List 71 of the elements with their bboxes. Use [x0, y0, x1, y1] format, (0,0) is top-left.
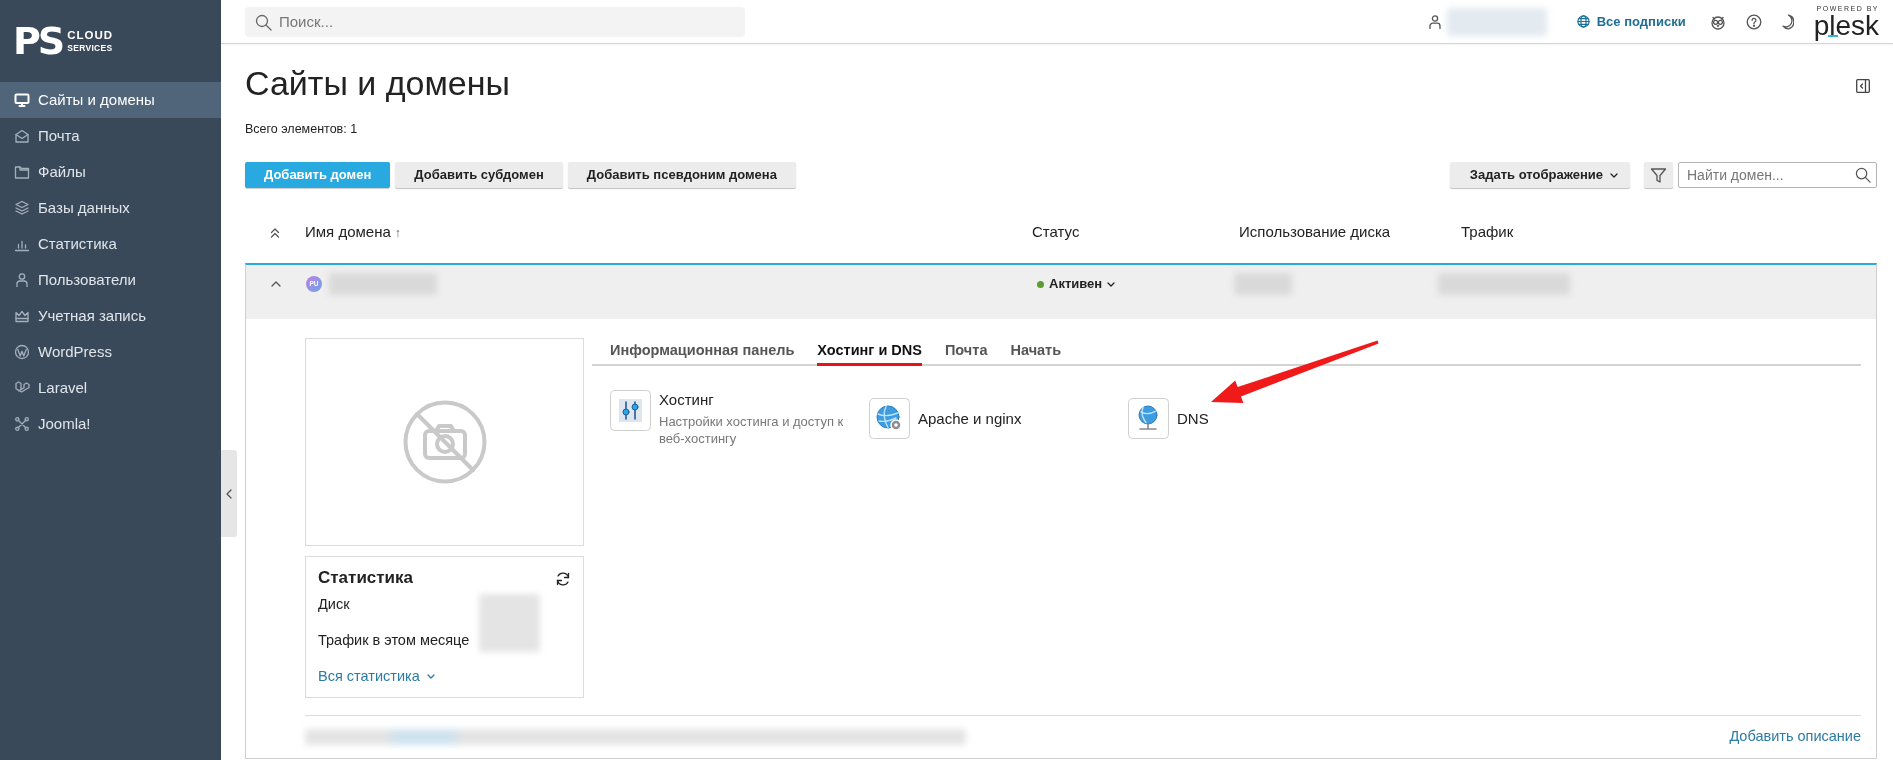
chevron-left-icon [226, 488, 232, 499]
envelope-icon [14, 128, 30, 144]
camera-off-icon [402, 400, 487, 484]
folder-icon [14, 164, 30, 180]
wordpress-logo-icon [14, 344, 30, 360]
search-icon [255, 13, 272, 31]
tool-link[interactable]: DNS [1177, 408, 1209, 429]
sidebar-item[interactable]: Файлы [0, 154, 221, 190]
column-header[interactable]: Имя домена [305, 221, 391, 244]
globe-icon [1576, 15, 1590, 28]
search-icon[interactable] [1855, 167, 1871, 183]
double-chevron-up-icon[interactable] [270, 226, 280, 239]
joomla-logo-icon [14, 416, 30, 432]
logo-mark: PS [13, 22, 63, 60]
panel-toggle-icon[interactable] [1856, 79, 1870, 93]
domain-search-field[interactable]: Найти домен... [1678, 162, 1877, 188]
sidebar-item[interactable]: Сайты и домены [0, 82, 221, 118]
sliders-tile-icon[interactable] [610, 390, 651, 431]
column-header[interactable]: Статус [1032, 221, 1080, 244]
laravel-logo-icon [14, 380, 30, 396]
sidebar-item[interactable]: Базы данных [0, 190, 221, 226]
all-statistics-link[interactable]: Вся статистика [318, 666, 435, 686]
total-count: Всего элементов: 1 [245, 121, 359, 137]
page-title: Сайты и домены [245, 63, 510, 103]
column-header[interactable]: Использование диска [1239, 221, 1391, 244]
moon-icon[interactable] [1781, 13, 1794, 30]
tool-description: Настройки хостинга и доступ к веб-хостингу [659, 413, 845, 447]
refresh-icon[interactable] [555, 571, 571, 587]
layers-icon [14, 200, 30, 216]
caret-icon [1107, 281, 1116, 287]
funnel-icon [1650, 166, 1667, 184]
tab[interactable]: Начать [1010, 338, 1062, 366]
stat-label: Диск [318, 595, 351, 614]
caret-icon [426, 673, 435, 679]
globe-network-tile-icon[interactable] [1128, 398, 1169, 439]
stat-label: Трафик в этом месяце [318, 631, 471, 650]
column-header[interactable]: Трафик [1461, 221, 1514, 244]
sort-indicator: ↑ [394, 224, 401, 242]
sidebar-item[interactable]: Учетная запись [0, 298, 221, 334]
tool-link[interactable]: Apache и nginx [918, 408, 1022, 429]
globe-gear-tile-icon[interactable] [869, 398, 910, 439]
view-dropdown-button[interactable]: Задать отображение [1449, 162, 1630, 188]
tab[interactable]: Почта [944, 338, 988, 366]
sidebar-item[interactable]: Пользователи [0, 262, 221, 298]
crown-icon [14, 308, 30, 324]
status-dropdown[interactable]: Активен [1033, 274, 1116, 294]
user-icon [14, 272, 30, 288]
monitor-icon [14, 92, 30, 108]
owl-icon[interactable] [1709, 13, 1726, 30]
filter-button[interactable] [1644, 162, 1673, 188]
card-title: Статистика [318, 567, 414, 589]
sidebar-item[interactable]: WordPress [0, 334, 221, 370]
caret-icon [1610, 172, 1618, 178]
search-field[interactable]: Поиск... [245, 6, 745, 37]
chevron-up-icon[interactable] [271, 281, 281, 287]
add-button[interactable]: Добавить псевдоним домена [567, 162, 796, 188]
tool-link[interactable]: Хостинг [659, 390, 859, 410]
logo-text: SERVICES [67, 43, 114, 52]
blurred-text [479, 594, 540, 652]
tab[interactable]: Хостинг и DNS [817, 338, 922, 366]
help-icon[interactable] [1745, 13, 1762, 30]
tab[interactable]: Информационная панель [610, 338, 795, 366]
user-icon[interactable] [1428, 14, 1441, 29]
subscriptions-link[interactable]: Все подписки [1576, 11, 1686, 32]
logo-text: CLOUD [67, 30, 114, 42]
add-button[interactable]: Добавить субдомен [395, 162, 563, 188]
add-description-link[interactable]: Добавить описание [1729, 726, 1861, 748]
sidebar-item[interactable]: Почта [0, 118, 221, 154]
sidebar-item[interactable]: Статистика [0, 226, 221, 262]
sidebar-item[interactable]: Joomla! [0, 406, 221, 442]
sidebar-item[interactable]: Laravel [0, 370, 221, 406]
